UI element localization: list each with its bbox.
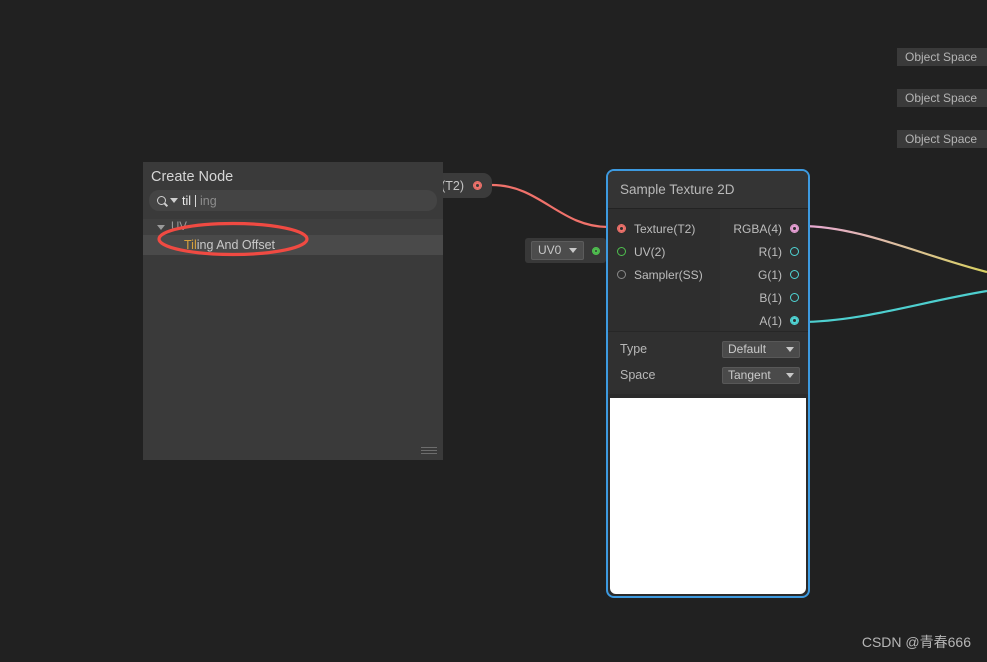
output-port-rgba[interactable]: RGBA(4) [720, 217, 808, 240]
result-item-tiling-and-offset[interactable]: Til ing And Offset [143, 235, 443, 255]
result-item-highlight: Til [184, 238, 197, 252]
a-output-port[interactable] [790, 316, 799, 325]
rgba-output-port[interactable] [790, 224, 799, 233]
uv-output-port[interactable] [592, 246, 601, 255]
resize-grip[interactable] [421, 447, 437, 456]
param-type-row: Type Default [608, 336, 808, 362]
object-space-chip-3[interactable]: Object Space [897, 130, 987, 148]
node-slots: Texture(T2) UV(2) Sampler(SS) RGBA(4) R( [608, 209, 808, 331]
output-port-b-label: B(1) [759, 290, 782, 305]
object-space-chip-2[interactable]: Object Space [897, 89, 987, 107]
node-preview[interactable] [610, 398, 806, 594]
text-cursor [195, 194, 197, 207]
output-port-r-label: R(1) [758, 244, 782, 259]
search-input-ghost: ing [200, 193, 217, 208]
search-icon [157, 196, 166, 205]
shader-graph-canvas[interactable]: )(T2) UV0 Sample Texture 2D Texture(T2) … [0, 0, 987, 662]
input-port-sampler[interactable]: Sampler(SS) [608, 263, 720, 286]
output-port-g-label: G(1) [758, 267, 782, 282]
uv0-dropdown-label: UV0 [538, 243, 562, 257]
rgba-wire [799, 224, 987, 274]
result-item-rest: ing And Offset [196, 238, 276, 252]
result-row-empty [143, 255, 443, 275]
uv0-widget[interactable]: UV0 [525, 238, 607, 263]
texture-input-port[interactable] [617, 224, 626, 233]
create-node-title: Create Node [151, 169, 234, 185]
result-group-uv[interactable]: UV [143, 219, 443, 235]
input-port-uv[interactable]: UV(2) [608, 240, 720, 263]
b-output-port[interactable] [790, 293, 799, 302]
uv-input-port[interactable] [617, 247, 626, 256]
object-space-chip-1[interactable]: Object Space [897, 48, 987, 66]
output-port-rgba-label: RGBA(4) [733, 221, 782, 236]
output-port-a-label: A(1) [759, 313, 782, 328]
param-type-value: Default [728, 342, 767, 356]
search-field[interactable]: til ing [149, 190, 437, 211]
input-port-texture[interactable]: Texture(T2) [608, 217, 720, 240]
texture-wire [491, 183, 609, 229]
param-space-dropdown[interactable]: Tangent [722, 366, 800, 384]
output-ports-column: RGBA(4) R(1) G(1) B(1) A(1) [720, 209, 808, 331]
search-input-typed: til [182, 193, 192, 208]
input-ports-column: Texture(T2) UV(2) Sampler(SS) [608, 209, 720, 331]
input-port-uv-label: UV(2) [634, 244, 666, 259]
output-port-r[interactable]: R(1) [720, 240, 808, 263]
param-space-label: Space [620, 368, 656, 382]
param-type-dropdown[interactable]: Default [722, 340, 800, 358]
chevron-down-icon [569, 248, 578, 253]
texture-output-port[interactable] [473, 181, 482, 190]
uv0-dropdown[interactable]: UV0 [531, 241, 585, 260]
create-node-panel[interactable]: Create Node til ing UV Til ing And Offset [143, 162, 443, 460]
sample-texture-2d-node[interactable]: Sample Texture 2D Texture(T2) UV(2) Samp… [606, 169, 810, 598]
input-port-sampler-label: Sampler(SS) [634, 267, 703, 282]
param-type-label: Type [620, 342, 648, 356]
chevron-down-icon [786, 372, 794, 378]
chevron-down-icon[interactable] [157, 224, 165, 230]
param-space-row: Space Tangent [608, 362, 808, 388]
output-port-a[interactable]: A(1) [720, 309, 808, 332]
r-output-port[interactable] [790, 247, 799, 256]
output-port-g[interactable]: G(1) [720, 263, 808, 286]
param-space-value: Tangent [728, 368, 771, 382]
g-output-port[interactable] [790, 270, 799, 279]
result-group-label: UV [171, 221, 187, 233]
node-parameters: Type Default Space Tangent [608, 331, 808, 394]
alpha-wire [799, 289, 987, 324]
input-port-texture-label: Texture(T2) [634, 221, 696, 236]
node-title: Sample Texture 2D [608, 171, 808, 209]
search-results-list[interactable]: UV Til ing And Offset [143, 219, 443, 460]
output-port-b[interactable]: B(1) [720, 286, 808, 309]
chevron-down-icon [786, 346, 794, 352]
chevron-down-icon[interactable] [170, 198, 178, 203]
sampler-input-port[interactable] [617, 270, 626, 279]
watermark: CSDN @青春666 [861, 634, 971, 650]
